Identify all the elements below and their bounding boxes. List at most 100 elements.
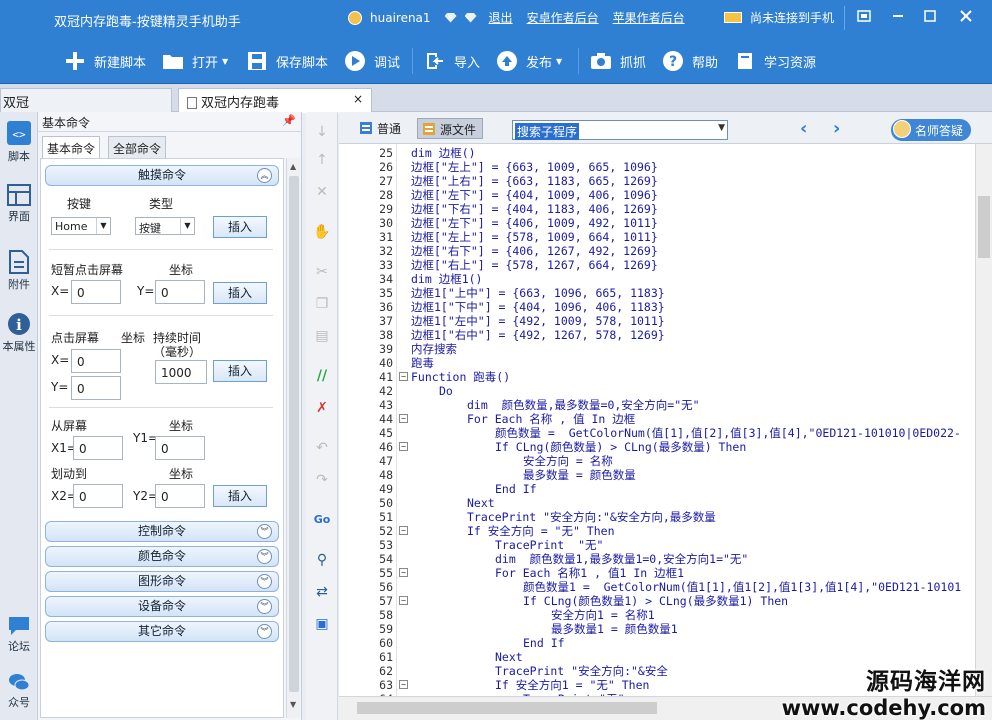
fold-toggle-icon[interactable]: −: [399, 372, 408, 381]
swipe-x2-field[interactable]: 0: [73, 484, 123, 508]
rail-item-wechat[interactable]: 众号: [0, 672, 38, 710]
new-script-button[interactable]: 新建脚本: [64, 50, 146, 72]
fold-toggle-icon[interactable]: −: [399, 568, 408, 577]
learn-resources-button[interactable]: 学习资源: [734, 50, 816, 72]
code-line[interactable]: 58 安全方向1 = 名称1: [339, 608, 975, 622]
code-line[interactable]: 29 边框["下右"] = {404, 1183, 406, 1269}: [339, 202, 975, 216]
maximize-icon[interactable]: [920, 8, 940, 28]
open-button[interactable]: 打开 ▼: [162, 50, 228, 72]
device-status[interactable]: 尚未连接到手机: [724, 9, 834, 26]
code-line[interactable]: 25 dim 边框(): [339, 146, 975, 160]
paste-icon[interactable]: ▤: [312, 326, 332, 346]
tab-script[interactable]: 双冠内存跑毒 ×: [178, 88, 372, 113]
scroll-up-icon[interactable]: ▲: [290, 162, 296, 171]
delete-icon[interactable]: ✕: [312, 182, 332, 202]
code-vertical-scrollbar[interactable]: [975, 144, 992, 696]
panel-scrollbar[interactable]: ▲ ▼: [286, 158, 300, 718]
username[interactable]: huairena1: [370, 11, 431, 25]
code-line[interactable]: 30 边框["左下"] = {406, 1009, 492, 1011}: [339, 216, 975, 230]
publish-button[interactable]: 发布 ▼: [496, 50, 562, 72]
other-commands-header[interactable]: 其它命令 ︾: [45, 621, 279, 642]
arrow-down-icon[interactable]: ↓: [312, 122, 332, 142]
swipe-y2-field[interactable]: 0: [155, 484, 205, 508]
teacher-qa-button[interactable]: 名师答疑: [891, 119, 971, 141]
capture-button[interactable]: 抓抓: [590, 50, 646, 72]
expand-icon[interactable]: ︾: [257, 599, 272, 614]
press-y-field[interactable]: 0: [71, 376, 121, 400]
code-line[interactable]: 47 安全方向 = 名称: [339, 454, 975, 468]
tab-all-commands[interactable]: 全部命令: [108, 136, 167, 158]
type-select[interactable]: 按键 ▼: [135, 217, 195, 235]
hand-icon[interactable]: ✋: [312, 222, 332, 242]
duration-field[interactable]: 1000: [155, 360, 207, 384]
image-commands-header[interactable]: 图形命令 ︾: [45, 571, 279, 592]
goto-icon[interactable]: Go: [312, 510, 332, 530]
code-scroll-thumb[interactable]: [978, 196, 990, 258]
nav-forward-icon[interactable]: ›: [833, 118, 840, 139]
fold-toggle-icon[interactable]: −: [399, 526, 408, 535]
redo-icon[interactable]: ↷: [312, 470, 332, 490]
code-line[interactable]: 26 边框["左上"] = {663, 1009, 665, 1096}: [339, 160, 975, 174]
expand-icon[interactable]: ︾: [257, 624, 272, 639]
scroll-down-icon[interactable]: ▼: [290, 700, 296, 709]
rail-item-forum[interactable]: 论坛: [0, 616, 38, 654]
pin-icon[interactable]: 📌: [282, 114, 296, 127]
code-line[interactable]: 52− If 安全方向 = "无" Then: [339, 524, 975, 538]
fold-toggle-icon[interactable]: −: [399, 414, 408, 423]
swipe-x1-field[interactable]: 0: [73, 436, 123, 460]
panel-scroll-thumb[interactable]: [289, 176, 299, 692]
code-line[interactable]: 48 最多数量 = 颜色数量: [339, 468, 975, 482]
code-line[interactable]: 43 dim 颜色数量,最多数量=0,安全方向="无": [339, 398, 975, 412]
code-line[interactable]: 41− Function 跑毒(): [339, 370, 975, 384]
uncomment-icon[interactable]: ✗: [312, 398, 332, 418]
code-line[interactable]: 50 Next: [339, 496, 975, 510]
code-line[interactable]: 51 TracePrint "安全方向:"&安全方向,最多数量: [339, 510, 975, 524]
insert-tap-button[interactable]: 插入: [213, 282, 267, 304]
expand-icon[interactable]: ︾: [257, 574, 272, 589]
code-line[interactable]: 27 边框["上右"] = {663, 1183, 665, 1269}: [339, 174, 975, 188]
code-line[interactable]: 36 边框1["下中"] = {404, 1096, 406, 1183}: [339, 300, 975, 314]
code-line[interactable]: 46− If CLng(颜色数量) > CLng(最多数量) Then: [339, 440, 975, 454]
save-script-button[interactable]: 保存脚本: [246, 50, 328, 72]
rail-item-script[interactable]: <> 脚本: [0, 120, 38, 164]
find-icon[interactable]: ⚲: [312, 550, 332, 570]
swipe-y1-field[interactable]: 0: [155, 436, 205, 460]
code-hscroll-thumb[interactable]: [357, 702, 657, 714]
help-button[interactable]: ? 帮助: [662, 50, 718, 72]
code-line[interactable]: 28 边框["左下"] = {404, 1009, 406, 1096}: [339, 188, 975, 202]
code-line[interactable]: 32 边框["右下"] = {406, 1267, 492, 1269}: [339, 244, 975, 258]
copy-icon[interactable]: ❐: [312, 294, 332, 314]
code-line[interactable]: 42 Do: [339, 384, 975, 398]
insert-key-button[interactable]: 插入: [213, 216, 267, 238]
touch-commands-header[interactable]: 触摸命令 ︽: [45, 165, 279, 186]
code-line[interactable]: 33 边框["右上"] = {578, 1267, 664, 1269}: [339, 258, 975, 272]
code-line[interactable]: 31 边框["左上"] = {578, 1009, 664, 1011}: [339, 230, 975, 244]
code-line[interactable]: 55− For Each 名称1 , 值1 In 边框1: [339, 566, 975, 580]
code-line[interactable]: 59 最多数量1 = 颜色数量1: [339, 622, 975, 636]
code-line[interactable]: 38 边框1["右中"] = {492, 1267, 578, 1269}: [339, 328, 975, 342]
restore-icon[interactable]: [854, 8, 874, 28]
settings-icon[interactable]: ▣: [312, 614, 332, 634]
rail-item-properties[interactable]: i 本属性: [0, 312, 38, 354]
collapse-icon[interactable]: ︽: [257, 168, 272, 183]
cut-icon[interactable]: ✂: [312, 262, 332, 282]
code-line[interactable]: 40 跑毒: [339, 356, 975, 370]
tap-y-field[interactable]: 0: [155, 280, 205, 304]
undo-icon[interactable]: ↶: [312, 438, 332, 458]
replace-icon[interactable]: ⇄: [312, 582, 332, 602]
comment-icon[interactable]: //: [312, 366, 332, 386]
fold-toggle-icon[interactable]: −: [399, 680, 408, 689]
code-line[interactable]: 34 dim 边框1(): [339, 272, 975, 286]
close-icon[interactable]: [956, 8, 976, 28]
normal-mode-button[interactable]: 普通: [355, 118, 407, 139]
code-line[interactable]: 53 TracePrint "无": [339, 538, 975, 552]
code-line[interactable]: 57− If CLng(颜色数量1) > CLng(最多数量1) Then: [339, 594, 975, 608]
ios-author-link[interactable]: 苹果作者后台: [613, 9, 685, 26]
expand-icon[interactable]: ︾: [257, 524, 272, 539]
nav-back-icon[interactable]: ‹: [800, 118, 807, 139]
device-commands-header[interactable]: 设备命令 ︾: [45, 596, 279, 617]
control-commands-header[interactable]: 控制命令 ︾: [45, 521, 279, 542]
color-commands-header[interactable]: 颜色命令 ︾: [45, 546, 279, 567]
arrow-up-icon[interactable]: ↑: [312, 150, 332, 170]
code-line[interactable]: 37 边框1["左中"] = {492, 1009, 578, 1011}: [339, 314, 975, 328]
